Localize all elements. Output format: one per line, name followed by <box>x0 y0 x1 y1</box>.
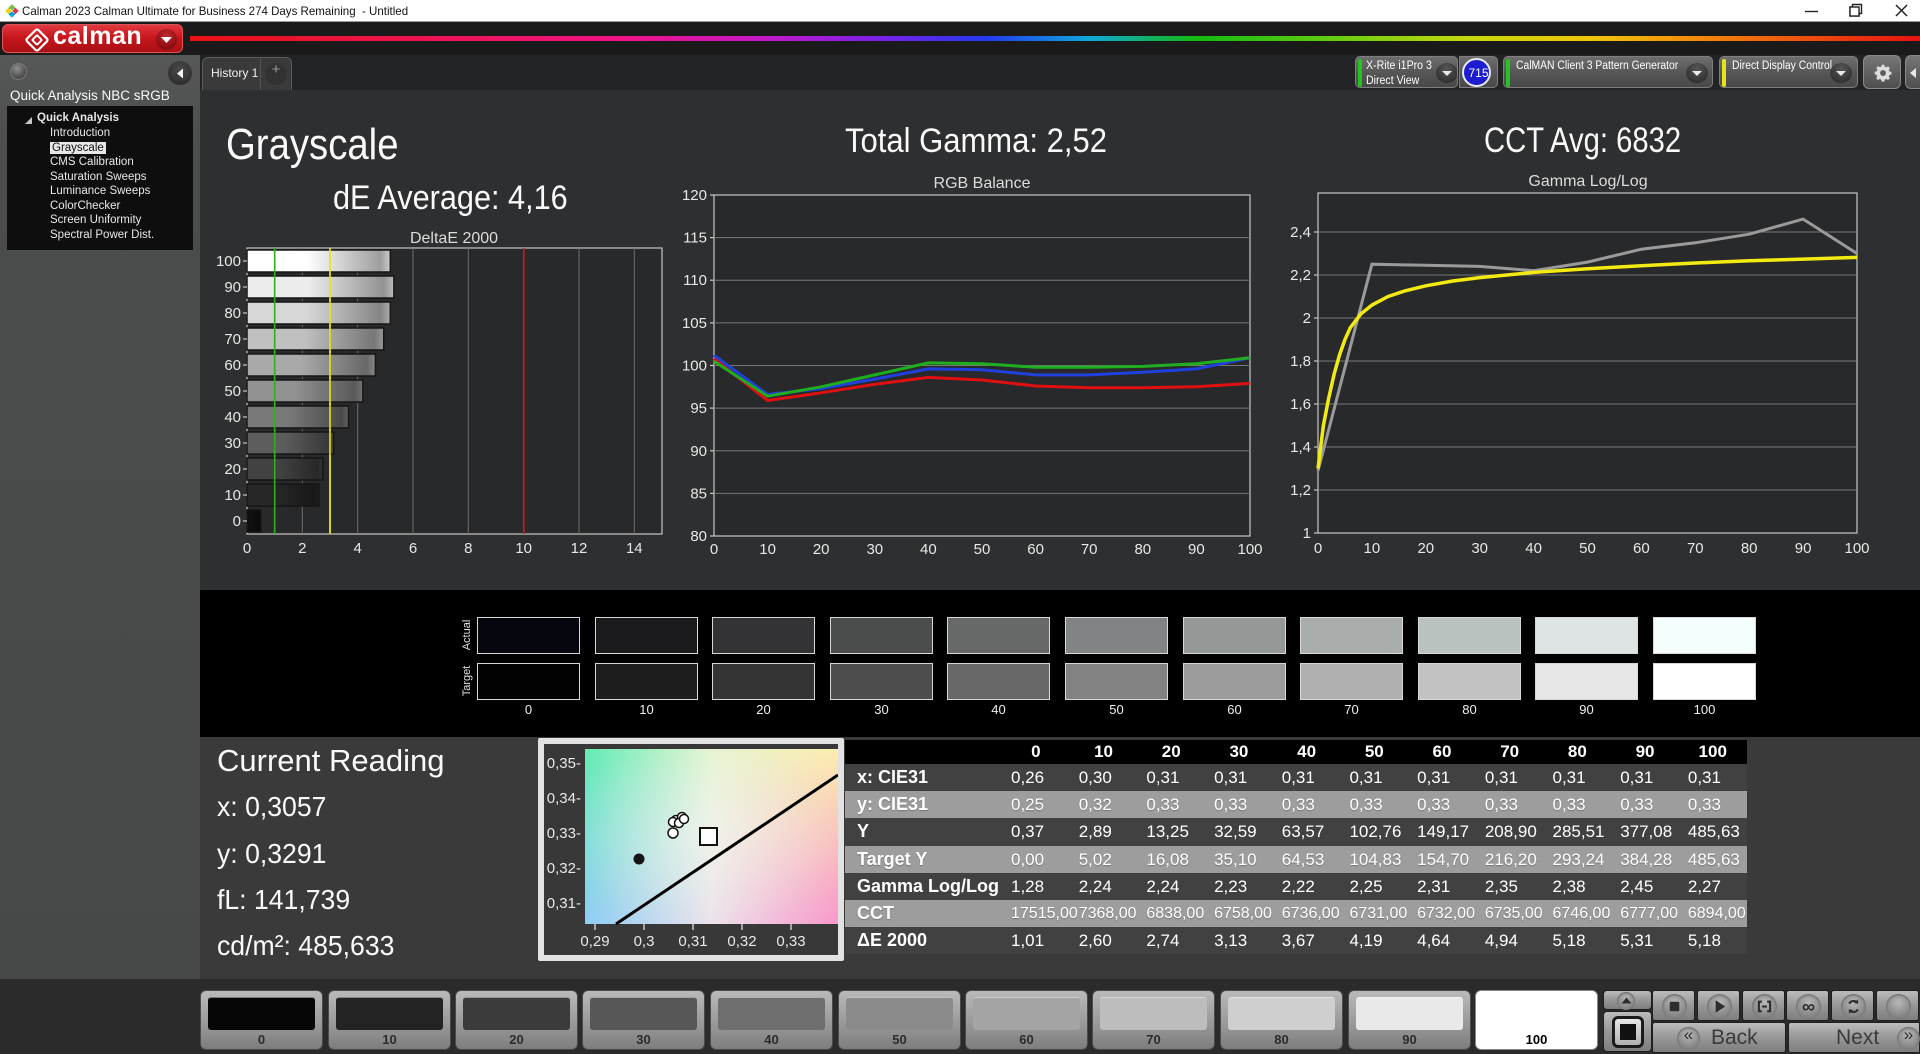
svg-text:100: 100 <box>1237 541 1262 558</box>
svg-text:2: 2 <box>298 540 306 557</box>
svg-text:85: 85 <box>690 485 707 502</box>
svg-text:1,2: 1,2 <box>1290 482 1311 499</box>
svg-text:80: 80 <box>1741 540 1758 557</box>
svg-text:0,31-: 0,31- <box>547 895 581 912</box>
svg-text:20: 20 <box>224 461 241 478</box>
svg-text:100: 100 <box>1844 540 1869 557</box>
svg-text:30: 30 <box>1471 540 1488 557</box>
svg-text:120: 120 <box>682 187 707 204</box>
svg-text:0,31: 0,31 <box>678 933 707 950</box>
svg-text:0,33-: 0,33- <box>547 825 581 842</box>
svg-text:1: 1 <box>1303 525 1311 542</box>
svg-text:0,32: 0,32 <box>727 933 756 950</box>
svg-text:6: 6 <box>409 540 417 557</box>
svg-text:0,34-: 0,34- <box>547 790 581 807</box>
svg-text:10: 10 <box>759 541 776 558</box>
svg-text:8: 8 <box>464 540 472 557</box>
svg-text:10: 10 <box>515 540 532 557</box>
svg-text:14: 14 <box>626 540 643 557</box>
svg-text:10: 10 <box>1364 540 1381 557</box>
svg-text:80: 80 <box>224 305 241 322</box>
svg-text:40: 40 <box>920 541 937 558</box>
svg-text:4: 4 <box>354 540 362 557</box>
svg-text:0: 0 <box>710 541 718 558</box>
svg-text:RGB Balance: RGB Balance <box>934 175 1031 192</box>
svg-text:0: 0 <box>1314 540 1322 557</box>
svg-text:90: 90 <box>690 443 707 460</box>
svg-text:0: 0 <box>243 540 251 557</box>
svg-text:0,32-: 0,32- <box>547 860 581 877</box>
svg-text:105: 105 <box>682 315 707 332</box>
svg-text:90: 90 <box>1795 540 1812 557</box>
svg-text:50: 50 <box>1579 540 1596 557</box>
svg-text:12: 12 <box>571 540 588 557</box>
svg-text:70: 70 <box>1081 541 1098 558</box>
svg-text:10: 10 <box>224 487 241 504</box>
svg-text:2,4: 2,4 <box>1290 224 1311 241</box>
svg-text:0,29: 0,29 <box>580 933 609 950</box>
svg-text:115: 115 <box>683 230 707 247</box>
svg-text:90: 90 <box>1188 541 1205 558</box>
svg-text:95: 95 <box>690 400 707 417</box>
svg-text:2,2: 2,2 <box>1290 267 1311 284</box>
svg-text:90: 90 <box>224 279 241 296</box>
svg-text:70: 70 <box>224 331 241 348</box>
svg-text:80: 80 <box>690 528 707 545</box>
svg-text:60: 60 <box>1027 541 1044 558</box>
svg-text:60: 60 <box>224 357 241 374</box>
svg-text:2: 2 <box>1303 310 1311 327</box>
svg-text:30: 30 <box>224 435 241 452</box>
svg-text:60: 60 <box>1633 540 1650 557</box>
svg-text:80: 80 <box>1134 541 1151 558</box>
svg-text:50: 50 <box>224 383 241 400</box>
svg-text:∞: ∞ <box>1802 995 1815 1016</box>
svg-text:70: 70 <box>1687 540 1704 557</box>
svg-text:Gamma Log/Log: Gamma Log/Log <box>1528 173 1647 190</box>
svg-text:100: 100 <box>216 253 241 270</box>
svg-text:0,35-: 0,35- <box>547 755 581 772</box>
svg-text:1,8: 1,8 <box>1290 353 1311 370</box>
svg-text:0,33: 0,33 <box>776 933 805 950</box>
svg-text:30: 30 <box>866 541 883 558</box>
svg-text:110: 110 <box>683 272 707 289</box>
svg-text:20: 20 <box>813 541 830 558</box>
svg-text:1,4: 1,4 <box>1290 439 1311 456</box>
svg-text:40: 40 <box>1525 540 1542 557</box>
svg-text:0: 0 <box>233 513 241 530</box>
svg-text:40: 40 <box>224 409 241 426</box>
svg-text:DeltaE 2000: DeltaE 2000 <box>410 230 498 247</box>
svg-text:1,6: 1,6 <box>1290 396 1311 413</box>
svg-text:100: 100 <box>682 358 707 375</box>
svg-text:0,3: 0,3 <box>634 933 655 950</box>
svg-text:20: 20 <box>1417 540 1434 557</box>
svg-text:50: 50 <box>974 541 991 558</box>
